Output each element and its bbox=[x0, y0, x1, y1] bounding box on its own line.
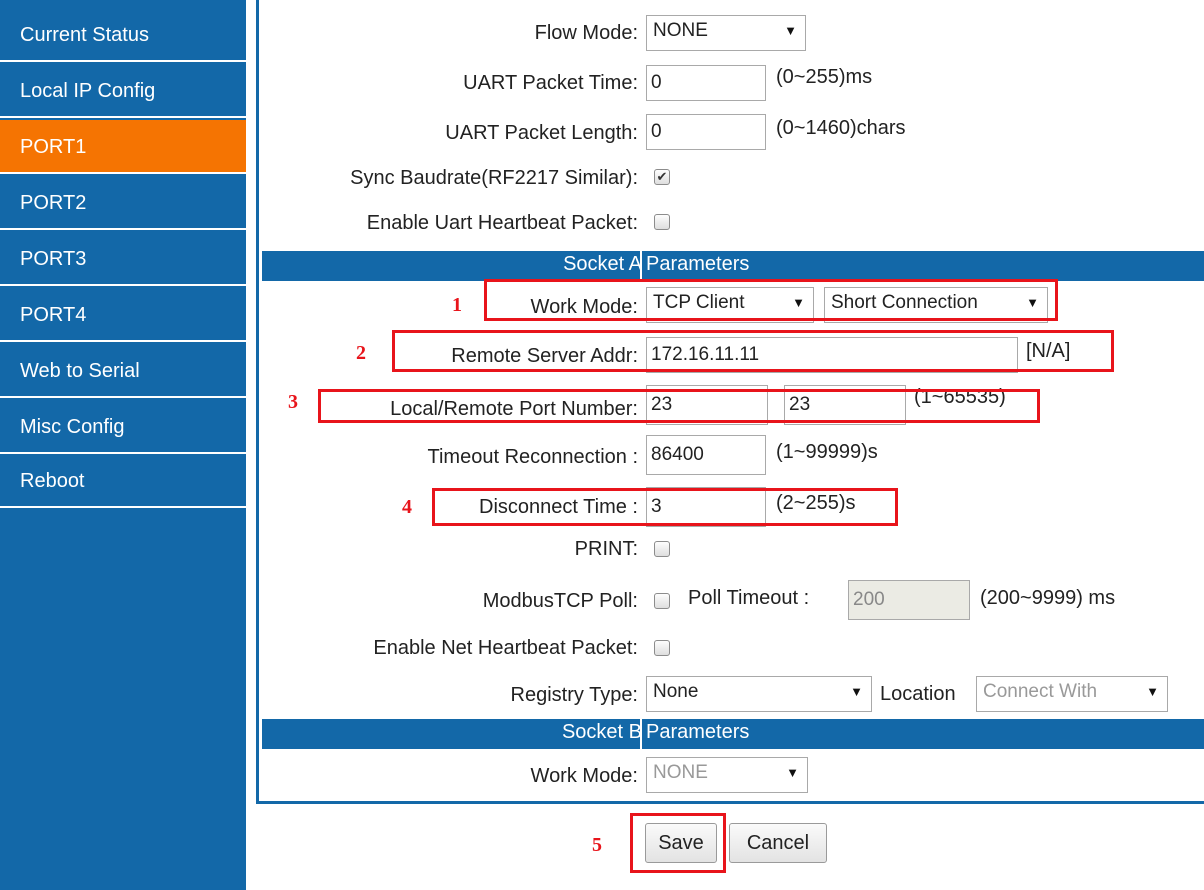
registry-type-value: None bbox=[653, 681, 699, 702]
highlight-box-port-number bbox=[318, 389, 1040, 423]
poll-timeout-range: (200~9999) ms bbox=[980, 587, 1116, 609]
flow-mode-select[interactable]: NONE ▼ bbox=[646, 15, 806, 51]
socket-b-parameters-label: Parameters bbox=[646, 721, 750, 743]
modbus-poll-checkbox[interactable] bbox=[654, 593, 670, 609]
timeout-reconnection-label: Timeout Reconnection : bbox=[427, 446, 638, 468]
highlight-box-remote-server bbox=[392, 330, 1114, 372]
uart-heartbeat-checkbox[interactable] bbox=[654, 214, 670, 230]
sidebar-item-web-to-serial[interactable]: Web to Serial bbox=[0, 344, 246, 398]
flow-mode-label: Flow Mode: bbox=[534, 22, 638, 44]
socket-b-work-mode-select[interactable]: NONE ▼ bbox=[646, 757, 808, 793]
socket-b-work-mode-value: NONE bbox=[653, 762, 708, 783]
uart-packet-length-input[interactable] bbox=[646, 114, 766, 150]
chevron-down-icon: ▼ bbox=[1146, 684, 1159, 699]
sidebar-item-reboot[interactable]: Reboot bbox=[0, 454, 246, 508]
sidebar-item-local-ip-config[interactable]: Local IP Config bbox=[0, 64, 246, 118]
chevron-down-icon: ▼ bbox=[850, 684, 863, 699]
sync-baudrate-checkbox[interactable]: ✔ bbox=[654, 169, 670, 185]
timeout-reconnection-input[interactable] bbox=[646, 435, 766, 475]
uart-packet-time-label: UART Packet Time: bbox=[463, 72, 638, 94]
annotation-number-1: 1 bbox=[452, 294, 462, 316]
location-label: Location bbox=[880, 683, 956, 705]
sidebar-item-port2[interactable]: PORT2 bbox=[0, 176, 246, 230]
sidebar: Current Status Local IP Config PORT1 POR… bbox=[0, 0, 246, 890]
uart-heartbeat-label: Enable Uart Heartbeat Packet: bbox=[366, 212, 638, 234]
timeout-reconnection-range: (1~99999)s bbox=[776, 441, 878, 463]
annotation-number-3: 3 bbox=[288, 391, 298, 413]
modbus-poll-label: ModbusTCP Poll: bbox=[482, 590, 638, 612]
location-value: Connect With bbox=[983, 681, 1098, 702]
cancel-button[interactable]: Cancel bbox=[729, 823, 827, 863]
highlight-box-work-mode bbox=[484, 279, 1058, 321]
highlight-box-disconnect-time bbox=[432, 488, 898, 526]
socket-a-parameters-label: Parameters bbox=[646, 253, 750, 275]
chevron-down-icon: ▼ bbox=[786, 765, 799, 780]
socket-b-work-mode-label: Work Mode: bbox=[530, 765, 638, 787]
socket-a-title: Socket A bbox=[563, 253, 642, 275]
registry-type-label: Registry Type: bbox=[510, 684, 638, 706]
sidebar-item-port4[interactable]: PORT4 bbox=[0, 288, 246, 342]
sidebar-item-port1[interactable]: PORT1 bbox=[0, 120, 246, 174]
sidebar-item-current-status[interactable]: Current Status bbox=[0, 8, 246, 62]
annotation-number-5: 5 bbox=[592, 834, 602, 856]
print-label: PRINT: bbox=[574, 538, 638, 560]
flow-mode-value: NONE bbox=[653, 20, 708, 41]
sidebar-item-port3[interactable]: PORT3 bbox=[0, 232, 246, 286]
net-heartbeat-label: Enable Net Heartbeat Packet: bbox=[373, 637, 638, 659]
header-divider bbox=[640, 719, 642, 749]
uart-packet-length-label: UART Packet Length: bbox=[445, 122, 638, 144]
poll-timeout-label: Poll Timeout : bbox=[688, 587, 810, 609]
annotation-number-4: 4 bbox=[402, 496, 412, 518]
registry-type-select[interactable]: None ▼ bbox=[646, 676, 872, 712]
socket-b-header: Socket B Parameters bbox=[262, 719, 1204, 749]
print-checkbox[interactable] bbox=[654, 541, 670, 557]
highlight-box-save bbox=[630, 813, 726, 873]
location-select[interactable]: Connect With ▼ bbox=[976, 676, 1168, 712]
annotation-number-2: 2 bbox=[356, 342, 366, 364]
uart-packet-time-input[interactable] bbox=[646, 65, 766, 101]
poll-timeout-input[interactable] bbox=[848, 580, 970, 620]
socket-a-header: Socket A Parameters bbox=[262, 251, 1204, 281]
sidebar-item-misc-config[interactable]: Misc Config bbox=[0, 400, 246, 454]
chevron-down-icon: ▼ bbox=[784, 23, 797, 38]
sync-baudrate-label: Sync Baudrate(RF2217 Similar): bbox=[350, 167, 638, 189]
net-heartbeat-checkbox[interactable] bbox=[654, 640, 670, 656]
uart-packet-time-range: (0~255)ms bbox=[776, 66, 873, 88]
uart-packet-length-range: (0~1460)chars bbox=[776, 117, 906, 139]
socket-b-title: Socket B bbox=[561, 721, 642, 743]
header-divider bbox=[640, 251, 642, 281]
